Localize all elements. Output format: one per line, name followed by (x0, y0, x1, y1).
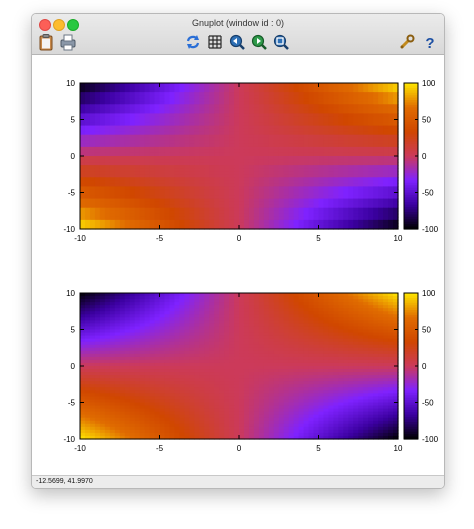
copy-to-clipboard-button[interactable] (37, 33, 55, 51)
zoom-next-button[interactable] (250, 33, 268, 51)
title-bar: Gnuplot (window id : 0) ? (32, 14, 444, 55)
print-icon (60, 34, 76, 51)
plot-canvas[interactable]: -10 -5 0 5 10 10 5 0 -5 -10 100 50 0 -50 -100 -10 -5 0 5 10… (32, 55, 444, 476)
window-title: Gnuplot (window id : 0) (191, 18, 285, 28)
gnuplot-window: Gnuplot (window id : 0) ? -10 -5 0 5 10 … (31, 13, 445, 489)
help-button[interactable]: ? (421, 33, 439, 51)
colorbar-tick-label: -50 (422, 189, 434, 198)
x-tick-label: -10 (74, 234, 86, 243)
y-tick-label: -10 (63, 225, 75, 234)
x-tick-label: 5 (316, 234, 321, 243)
unzoom-button[interactable] (272, 33, 290, 51)
y-tick-label: 0 (71, 152, 76, 161)
zoom-previous-icon (229, 34, 245, 50)
help-icon: ? (425, 35, 434, 51)
x-tick-label: 10 (394, 234, 403, 243)
unzoom-icon (273, 34, 289, 50)
zoom-next-icon (251, 34, 267, 50)
settings-button[interactable] (398, 33, 416, 51)
grid-icon (208, 35, 222, 49)
x-tick-label: -5 (156, 234, 164, 243)
colorbar-tick-label: -100 (422, 225, 439, 234)
heatmap-2: -10 -5 0 5 101050-5-10100500-50-100 (63, 289, 438, 453)
replot-button[interactable] (184, 33, 202, 51)
y-tick-label: 10 (66, 79, 75, 88)
print-button[interactable] (59, 33, 77, 51)
colorbar-tick-label: 50 (422, 116, 431, 125)
zoom-previous-button[interactable] (228, 33, 246, 51)
x-tick-label: 0 (237, 234, 242, 243)
replot-icon (186, 35, 200, 49)
y-tick-label: -5 (68, 189, 76, 198)
wrench-icon (400, 34, 415, 49)
y-tick-label: 5 (71, 116, 76, 125)
toggle-grid-button[interactable] (206, 33, 224, 51)
colorbar-tick-label: 100 (422, 79, 436, 88)
colorbar-tick-label: 0 (422, 152, 427, 161)
heatmap-plots: -10 -5 0 5 101050-5-10100500-50-100-10 -5 0 5 10… (63, 79, 438, 453)
heatmap-1: -10 -5 0 5 101050-5-10100500-50-100 (63, 79, 438, 243)
clipboard-icon (39, 34, 53, 51)
